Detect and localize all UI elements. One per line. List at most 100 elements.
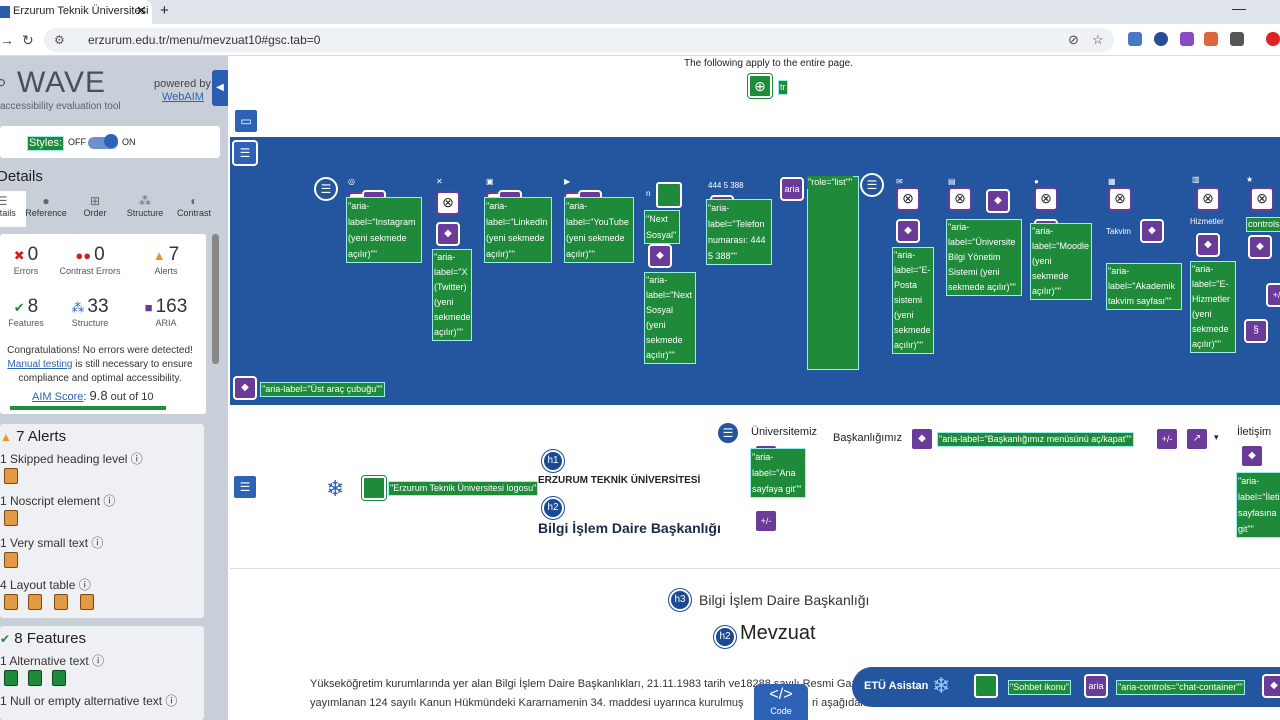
linkedin-icon: ▣ <box>486 177 494 186</box>
extension-orange-icon[interactable] <box>1204 32 1218 46</box>
aria-expanded-icon[interactable]: +/- <box>1266 283 1280 307</box>
aria-label-icon[interactable]: ◆ <box>1262 674 1280 698</box>
department-title[interactable]: Bilgi İşlem Daire Başkanlığı <box>538 520 721 536</box>
aria-label-icon[interactable]: ◆ <box>986 189 1010 213</box>
eye-off-icon[interactable]: ⊘ <box>1068 32 1079 48</box>
list-icon[interactable]: ☰ <box>314 177 338 201</box>
stat-aria[interactable]: ■ 163 ARIA <box>134 296 198 328</box>
stat-structure[interactable]: ⁂ 33 Structure <box>58 296 122 328</box>
bookmark-star-icon[interactable]: ☆ <box>1092 32 1104 48</box>
alert-noscript[interactable]: 1 Noscript element ⓘ <box>0 492 115 509</box>
aria-label-icon[interactable]: ◆ <box>910 427 934 451</box>
feature-alt-text[interactable]: 1 Alternative text ⓘ <box>0 652 104 669</box>
sidebar-scrollbar[interactable] <box>212 234 219 364</box>
university-name[interactable]: ERZURUM TEKNİK ÜNİVERSİTESİ <box>538 475 700 486</box>
layout-table-alert-icon[interactable] <box>80 594 94 610</box>
aria-label-icon[interactable]: ◆ <box>1240 444 1264 468</box>
list-icon[interactable]: ☰ <box>860 173 884 197</box>
universitemiz-menu[interactable]: Üniversitemiz <box>751 426 817 438</box>
features-heading[interactable]: ✔ 8 Features <box>0 630 86 647</box>
stat-errors[interactable]: ✖ 0 Errors <box>0 244 58 276</box>
aria-label-icon[interactable]: ◆ <box>1196 233 1220 257</box>
aria-label-icon[interactable]: ◆ <box>436 222 460 246</box>
alert-skipped-heading[interactable]: 1 Skipped heading level ⓘ <box>0 450 143 467</box>
aria-popup-icon[interactable]: ↗ <box>1185 427 1209 451</box>
skipped-heading-alert-icon[interactable] <box>4 468 18 484</box>
link-icon[interactable]: ⊗ <box>1250 187 1274 211</box>
tab-reference[interactable]: ● Reference <box>22 191 70 227</box>
aria-label-icon[interactable]: ◆ <box>896 219 920 243</box>
minimize-button[interactable]: — <box>1232 0 1246 16</box>
stat-alerts[interactable]: ▲ 7 Alerts <box>134 244 198 276</box>
h3-icon[interactable]: h3 <box>669 589 691 611</box>
aria-label-icon[interactable]: ◆ <box>648 244 672 268</box>
link-icon[interactable]: ⊗ <box>1108 187 1132 211</box>
aria-expanded-icon[interactable]: +/- <box>1155 427 1179 451</box>
forward-icon[interactable]: → <box>0 32 14 48</box>
alt-text-feature-icon[interactable] <box>52 670 66 686</box>
manual-testing-link[interactable]: Manual testing <box>7 359 72 370</box>
alt-text-icon[interactable] <box>362 476 386 500</box>
aria-region-icon[interactable]: § <box>1244 319 1268 343</box>
banner-region-icon[interactable]: ☰ <box>232 474 258 500</box>
h2-icon[interactable]: h2 <box>714 626 736 648</box>
tab-order[interactable]: ⊞ Order <box>71 191 119 227</box>
aria-expanded-icon[interactable]: +/- <box>754 509 778 533</box>
url-text[interactable]: erzurum.edu.tr/menu/mevzuat10#gsc.tab=0 <box>88 33 320 47</box>
feature-empty-alt[interactable]: 1 Null or empty alternative text ⓘ <box>0 692 177 709</box>
small-text-alert-icon[interactable] <box>4 552 18 568</box>
snowflake-logo-icon[interactable]: ❄ <box>326 476 344 502</box>
new-tab-button[interactable]: + <box>160 2 169 19</box>
code-button[interactable]: </> Code <box>754 684 808 720</box>
tab-contrast[interactable]: ◐ Contrast <box>170 191 218 227</box>
address-bar[interactable]: ⚙ erzurum.edu.tr/menu/mevzuat10#gsc.tab=… <box>44 28 1114 52</box>
extension-purple-icon[interactable] <box>1180 32 1194 46</box>
stat-features[interactable]: ✔ 8 Features <box>0 296 58 328</box>
aria-label-icon[interactable]: ◆ <box>1248 235 1272 259</box>
extension-blue-icon[interactable] <box>1154 32 1168 46</box>
extension-wave-icon[interactable] <box>1128 32 1142 46</box>
iletisim-menu[interactable]: İletişim <box>1237 426 1271 438</box>
chevron-down-icon[interactable]: ▾ <box>1214 432 1219 443</box>
link-icon[interactable]: ⊗ <box>1196 187 1220 211</box>
reload-icon[interactable]: ↻ <box>22 32 34 49</box>
header-region-icon[interactable]: ▭ <box>233 108 259 134</box>
aria-controls-icon[interactable]: aria <box>1084 674 1108 698</box>
aria-role-icon[interactable]: aria <box>780 177 804 201</box>
alt-text-icon[interactable] <box>974 674 998 698</box>
baskanligimiz-menu[interactable]: Başkanlığımız <box>833 432 902 444</box>
noscript-alert-icon[interactable] <box>4 510 18 526</box>
layout-table-alert-icon[interactable] <box>4 594 18 610</box>
site-info-icon[interactable]: ⚙ <box>54 33 65 47</box>
list-icon[interactable]: ☰ <box>716 421 740 445</box>
link-icon[interactable]: ⊗ <box>896 187 920 211</box>
aim-score-link[interactable]: AIM Score <box>32 391 83 403</box>
link-icon[interactable]: ⊗ <box>948 187 972 211</box>
next-sosyal-image-icon[interactable] <box>656 182 682 208</box>
collapse-sidebar-button[interactable]: ◀ <box>212 70 228 106</box>
alt-text-feature-icon[interactable] <box>28 670 42 686</box>
language-globe-icon[interactable]: ⊕ <box>748 74 772 98</box>
nav-region-icon[interactable]: ☰ <box>232 140 258 166</box>
h2-icon[interactable]: h2 <box>542 497 564 519</box>
link-icon[interactable]: ⊗ <box>436 191 460 215</box>
tab-structure[interactable]: ⁂ Structure <box>121 191 169 227</box>
link-icon[interactable]: ⊗ <box>1034 187 1058 211</box>
layout-table-alert-icon[interactable] <box>28 594 42 610</box>
layout-table-alert-icon[interactable] <box>54 594 68 610</box>
aria-label-icon[interactable]: ◆ <box>233 376 257 400</box>
aria-label-icon[interactable]: ◆ <box>1140 219 1164 243</box>
browser-tab[interactable]: Erzurum Teknik Üniversitesi ✕ <box>0 0 152 24</box>
close-tab-icon[interactable]: ✕ <box>136 3 147 19</box>
alt-text-feature-icon[interactable] <box>4 670 18 686</box>
alerts-heading[interactable]: ▲ 7 Alerts <box>0 428 66 445</box>
alert-small-text[interactable]: 1 Very small text ⓘ <box>0 534 103 551</box>
extensions-puzzle-icon[interactable] <box>1230 32 1244 46</box>
styles-toggle-knob[interactable] <box>104 134 118 148</box>
alert-layout-table[interactable]: 4 Layout table ⓘ <box>0 576 91 593</box>
chat-assistant-bar[interactable]: ETÜ Asistan ❄ "Sohbet ikonu" aria "aria-… <box>852 667 1280 707</box>
webaim-link[interactable]: WebAIM <box>162 91 204 103</box>
stat-contrast-errors[interactable]: ●● 0 Contrast Errors <box>58 244 122 276</box>
h1-icon[interactable]: h1 <box>542 450 564 472</box>
profile-icon[interactable] <box>1266 32 1280 46</box>
